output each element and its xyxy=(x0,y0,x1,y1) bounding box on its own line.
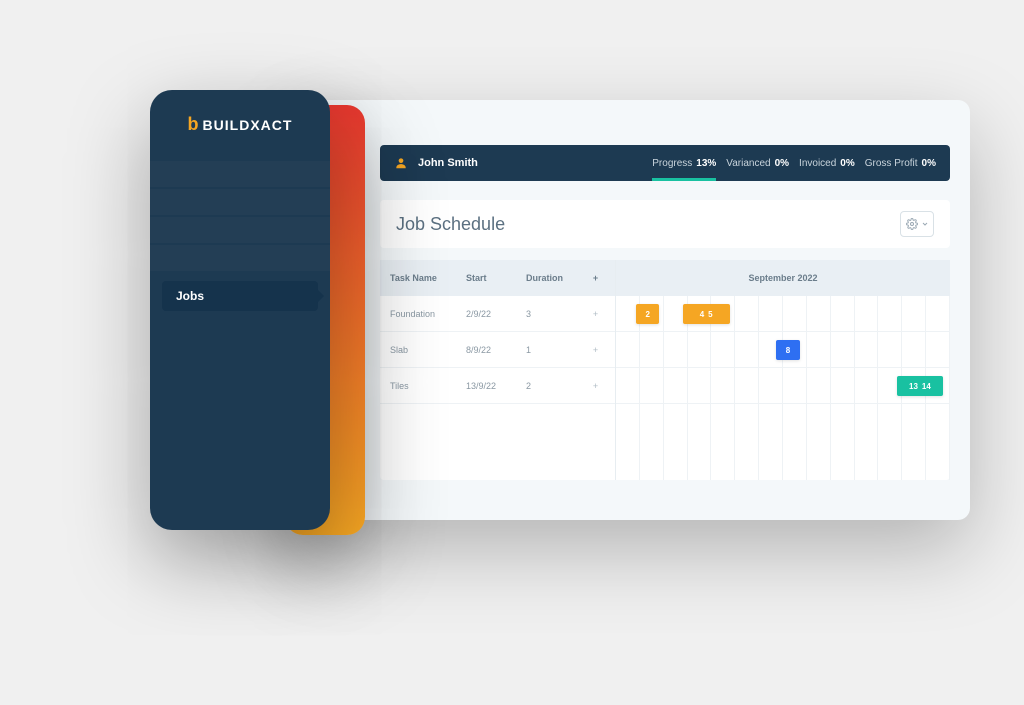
stat-invoiced[interactable]: Invoiced 0% xyxy=(799,158,855,169)
gear-icon xyxy=(906,218,918,230)
schedule-left-columns: Task Name Start Duration + Foundation2/9… xyxy=(380,260,616,480)
logo: b BUILDXACT xyxy=(150,114,330,135)
stat-varianced[interactable]: Varianced 0% xyxy=(726,158,789,169)
table-row[interactable]: Tiles13/9/222+ xyxy=(380,368,615,404)
stat-invoiced-label: Invoiced xyxy=(799,158,836,169)
gantt-row: 1314 xyxy=(616,368,950,404)
stat-gross-profit[interactable]: Gross Profit 0% xyxy=(865,158,936,169)
task-name-cell: Foundation xyxy=(390,309,466,319)
gantt-row: 8 xyxy=(616,332,950,368)
schedule-left-header: Task Name Start Duration + xyxy=(380,260,615,296)
gantt-bar[interactable]: 2 xyxy=(636,304,659,324)
stat-gross-profit-label: Gross Profit xyxy=(865,158,918,169)
schedule-table: Task Name Start Duration + Foundation2/9… xyxy=(380,260,950,480)
add-subtask-button[interactable]: + xyxy=(576,345,615,355)
page-title: Job Schedule xyxy=(396,214,505,235)
col-header-duration: Duration xyxy=(526,273,576,283)
gantt-bar[interactable]: 1314 xyxy=(897,376,944,396)
task-name-cell: Tiles xyxy=(390,381,466,391)
main-panel: John Smith Progress 13% Varianced 0% Inv… xyxy=(300,100,970,520)
gantt-month-label: September 2022 xyxy=(748,273,817,283)
add-subtask-button[interactable]: + xyxy=(576,381,615,391)
task-start-cell: 2/9/22 xyxy=(466,309,526,319)
gantt-row: 2 45 xyxy=(616,296,950,332)
nav-items: Jobs xyxy=(150,161,330,319)
col-header-start: Start xyxy=(466,273,526,283)
stat-progress-label: Progress xyxy=(652,158,692,169)
nav-item-jobs-label: Jobs xyxy=(176,289,204,303)
task-duration-cell: 2 xyxy=(526,381,576,391)
user-name: John Smith xyxy=(418,157,478,169)
task-start-cell: 8/9/22 xyxy=(466,345,526,355)
task-name-cell: Slab xyxy=(390,345,466,355)
stat-progress-value: 13% xyxy=(696,158,716,169)
col-header-task: Task Name xyxy=(390,273,466,283)
logo-text: BUILDXACT xyxy=(203,117,293,133)
table-row[interactable]: Slab8/9/221+ xyxy=(380,332,615,368)
nav-item-placeholder[interactable] xyxy=(150,161,330,187)
stat-invoiced-value: 0% xyxy=(840,158,854,169)
page-title-row: Job Schedule xyxy=(380,200,950,248)
stat-gross-profit-value: 0% xyxy=(922,158,936,169)
gantt-month-header: September 2022 xyxy=(616,260,950,296)
nav-item-placeholder[interactable] xyxy=(150,245,330,271)
nav-item-placeholder[interactable] xyxy=(150,217,330,243)
chevron-down-icon xyxy=(921,220,929,228)
task-start-cell: 13/9/22 xyxy=(466,381,526,391)
stat-varianced-label: Varianced xyxy=(726,158,770,169)
task-duration-cell: 3 xyxy=(526,309,576,319)
settings-button[interactable] xyxy=(900,211,934,237)
gantt-bar[interactable]: 45 xyxy=(683,304,730,324)
nav-item-placeholder[interactable] xyxy=(150,189,330,215)
stat-varianced-value: 0% xyxy=(775,158,789,169)
task-duration-cell: 1 xyxy=(526,345,576,355)
stat-progress[interactable]: Progress 13% xyxy=(652,158,716,169)
user-icon xyxy=(394,156,408,170)
sidebar: b BUILDXACT Jobs xyxy=(150,90,330,530)
table-row[interactable]: Foundation2/9/223+ xyxy=(380,296,615,332)
logo-mark-icon: b xyxy=(188,114,199,135)
gantt-chart: September 2022 2 45 8 1314 xyxy=(616,260,950,480)
col-header-plus: + xyxy=(576,273,615,283)
stats-bar: John Smith Progress 13% Varianced 0% Inv… xyxy=(380,145,950,181)
nav-item-jobs[interactable]: Jobs xyxy=(162,281,318,311)
gantt-bar[interactable]: 8 xyxy=(776,340,799,360)
add-subtask-button[interactable]: + xyxy=(576,309,615,319)
